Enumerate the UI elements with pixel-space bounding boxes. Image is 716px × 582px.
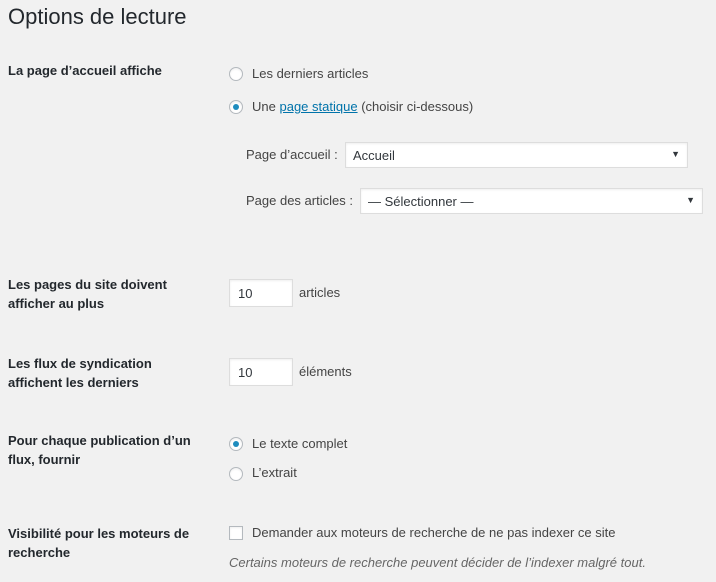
visibility-label-line2: recherche xyxy=(8,545,71,560)
discourage-search-label[interactable]: Demander aux moteurs de recherche de ne … xyxy=(252,524,615,542)
radio-latest-posts-label[interactable]: Les derniers articles xyxy=(252,65,368,83)
radio-selected-dot xyxy=(233,104,239,110)
radio-summary-label[interactable]: L’extrait xyxy=(252,464,297,482)
radio-full-text-label[interactable]: Le texte complet xyxy=(252,435,347,453)
feed-content-label-line2: flux, fournir xyxy=(8,452,81,467)
posts-page-select-label: Page des articles : xyxy=(246,193,353,208)
static-page-link[interactable]: page statique xyxy=(279,99,357,114)
chevron-down-icon: ▼ xyxy=(671,149,680,159)
visibility-label-line1: Visibilité pour les moteurs de xyxy=(8,526,190,541)
feeds-label-line2: affichent les derniers xyxy=(8,375,139,390)
feed-content-label: Pour chaque publication d’un flux, fourn… xyxy=(8,431,218,469)
front-page-select-value: Accueil xyxy=(353,148,395,163)
feeds-count-value: 10 xyxy=(238,365,253,380)
radio-static-page[interactable] xyxy=(229,100,243,114)
radio-selected-dot xyxy=(233,441,239,447)
chevron-down-icon: ▼ xyxy=(686,195,695,205)
radio-summary[interactable] xyxy=(229,467,243,481)
posts-per-page-input[interactable]: 10 xyxy=(229,279,293,307)
posts-page-select-value: — Sélectionner — xyxy=(368,194,474,209)
homepage-label: La page d’accueil affiche xyxy=(8,63,162,78)
posts-page-select[interactable]: — Sélectionner — ▼ xyxy=(360,188,703,214)
discourage-search-checkbox[interactable] xyxy=(229,526,243,540)
static-suffix: (choisir ci-dessous) xyxy=(361,99,474,114)
visibility-label: Visibilité pour les moteurs de recherche xyxy=(8,524,218,562)
feeds-label-line1: Les flux de syndication xyxy=(8,356,152,371)
posts-per-page-label-line1: Les pages du site doivent xyxy=(8,277,167,292)
visibility-description: Certains moteurs de recherche peuvent dé… xyxy=(229,555,646,570)
static-prefix: Une xyxy=(252,99,276,114)
front-page-select-label: Page d’accueil : xyxy=(246,147,338,162)
posts-per-page-label-line2: afficher au plus xyxy=(8,296,105,311)
radio-full-text[interactable] xyxy=(229,437,243,451)
radio-static-page-label[interactable]: Une page statique (choisir ci-dessous) xyxy=(252,98,473,116)
feeds-label: Les flux de syndication affichent les de… xyxy=(8,354,218,392)
front-page-select[interactable]: Accueil ▼ xyxy=(345,142,688,168)
page-title: Options de lecture xyxy=(8,4,187,29)
posts-per-page-label: Les pages du site doivent afficher au pl… xyxy=(8,275,218,313)
radio-latest-posts[interactable] xyxy=(229,67,243,81)
feed-content-label-line1: Pour chaque publication d’un xyxy=(8,433,191,448)
feeds-count-input[interactable]: 10 xyxy=(229,358,293,386)
feeds-count-unit: éléments xyxy=(299,364,352,379)
posts-per-page-unit: articles xyxy=(299,285,341,300)
posts-per-page-value: 10 xyxy=(238,286,253,301)
